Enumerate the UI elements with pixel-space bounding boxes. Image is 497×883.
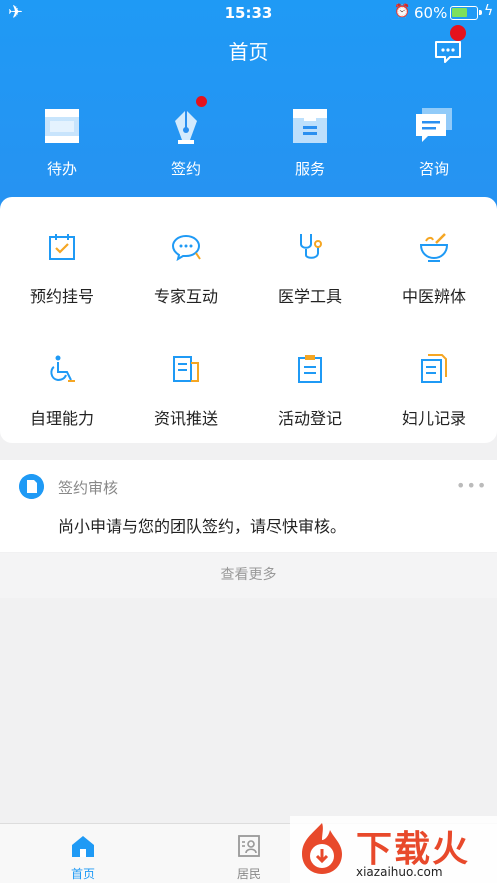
battery-percent: 60%: [414, 4, 448, 22]
clipboard-icon: [298, 355, 322, 383]
notice-card[interactable]: 签约审核 ••• 尚小申请与您的团队签约，请尽快审核。: [0, 460, 497, 552]
flame-logo-icon: [302, 823, 342, 874]
notification-badge: [450, 25, 466, 41]
top-nav-consult[interactable]: 咨询: [372, 100, 496, 180]
top-nav-service[interactable]: 服务: [248, 100, 372, 180]
more-options-icon[interactable]: •••: [456, 476, 487, 495]
stethoscope-icon: [300, 234, 322, 259]
watermark: 下载火 xiazaihuo.com: [290, 816, 497, 883]
charging-icon: ϟ: [484, 3, 494, 19]
grid-item-medical-tools[interactable]: 医学工具: [248, 231, 372, 341]
pen-icon: [175, 110, 197, 144]
news-icon: [173, 356, 199, 382]
message-icon: [435, 41, 461, 63]
status-bar: ✈ 15:33 ⏰ 60% ϟ: [0, 0, 497, 26]
todo-icon: [45, 109, 79, 143]
feature-grid: 预约挂号 专家互动 医学工具 中医辨体 自理能力 资讯推送 活动登记 妇儿记录: [0, 197, 497, 443]
tab-home[interactable]: 首页: [0, 824, 166, 883]
view-more-button[interactable]: 查看更多: [0, 553, 497, 598]
grid-item-label: 活动登记: [277, 409, 342, 428]
grid-item-expert[interactable]: 专家互动: [124, 231, 248, 341]
mortar-icon: [419, 233, 449, 262]
top-nav-todo[interactable]: 待办: [0, 100, 124, 180]
tab-label: 首页: [70, 867, 95, 881]
notice-icon: [19, 474, 44, 499]
grid-item-label: 自理能力: [29, 409, 94, 428]
calendar-check-icon: [49, 234, 75, 260]
top-nav-label: 服务: [294, 160, 325, 178]
document-icon: [421, 354, 447, 383]
chat-icon: [416, 108, 452, 142]
grid-item-appointment[interactable]: 预约挂号: [0, 231, 124, 341]
message-button[interactable]: [434, 25, 466, 64]
grid-item-label: 妇儿记录: [401, 409, 466, 428]
wheelchair-icon: [50, 355, 75, 382]
grid-item-label: 资讯推送: [153, 409, 218, 428]
top-nav-label: 咨询: [418, 160, 449, 178]
grid-item-tcm[interactable]: 中医辨体: [372, 231, 496, 341]
alarm-icon: ⏰: [394, 4, 411, 19]
battery-icon: [450, 6, 482, 20]
inbox-icon: [293, 109, 327, 143]
grid-item-self-care[interactable]: 自理能力: [0, 353, 124, 463]
id-card-icon: [238, 835, 260, 857]
chat-bubble-icon: [171, 234, 201, 262]
notice-title: 签约审核: [58, 479, 119, 497]
home-icon: [72, 836, 94, 857]
watermark-url: xiazaihuo.com: [356, 865, 443, 879]
notice-body: 尚小申请与您的团队签约，请尽快审核。: [58, 517, 347, 536]
sign-badge: [196, 96, 207, 107]
grid-item-label: 医学工具: [277, 287, 342, 306]
grid-item-label: 预约挂号: [29, 287, 94, 306]
grid-item-label: 专家互动: [153, 287, 218, 306]
top-nav-label: 签约: [170, 160, 201, 178]
grid-item-activity[interactable]: 活动登记: [248, 353, 372, 463]
top-nav-label: 待办: [46, 160, 77, 178]
grid-item-label: 中医辨体: [401, 287, 466, 306]
grid-item-maternal-child[interactable]: 妇儿记录: [372, 353, 496, 463]
top-nav-sign[interactable]: 签约: [124, 96, 248, 180]
grid-item-news[interactable]: 资讯推送: [124, 353, 248, 463]
page-title: 首页: [228, 40, 269, 64]
top-nav: 待办 签约 服务 咨询: [0, 96, 497, 180]
